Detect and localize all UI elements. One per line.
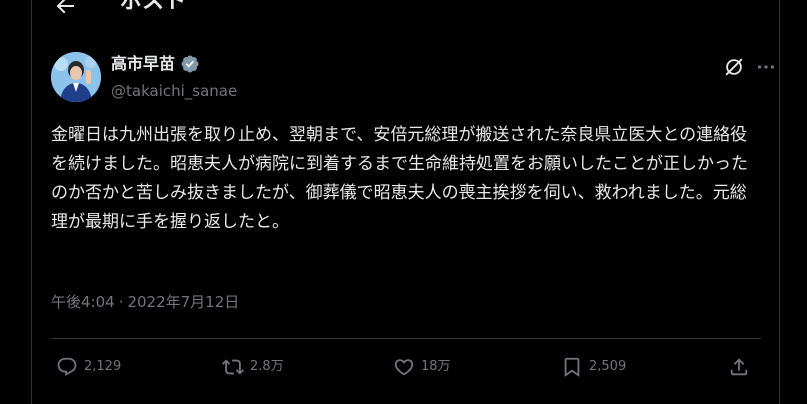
bookmark-count: 2,509	[589, 359, 627, 374]
post-meta: 午後4:04 · 2022年7月12日	[51, 292, 239, 312]
reply-icon	[57, 357, 77, 376]
handle[interactable]: @takaichi_sanae	[111, 81, 237, 101]
repost-count: 2.8万	[250, 359, 284, 374]
back-button[interactable]	[52, 0, 78, 18]
post-text: 金曜日は九州出張を取り止め、翌朝まで、安倍元総理が搬送された奈良県立医大との連絡…	[51, 125, 748, 232]
more-horizontal-icon	[757, 65, 775, 69]
meta-separator: ·	[118, 293, 124, 311]
grok-icon	[725, 58, 743, 76]
post-author: 高市早苗 @takaichi_sanae	[51, 52, 775, 104]
post-column: ポスト 高市早苗 @takaichi_sanae 金曜日は九州出張を取り止め、翌…	[31, 0, 780, 404]
bookmark-button[interactable]: 2,509	[561, 356, 626, 378]
share-button[interactable]	[728, 356, 750, 378]
avatar-image	[51, 52, 101, 102]
more-button[interactable]	[755, 56, 777, 78]
display-name[interactable]: 高市早苗	[111, 54, 175, 74]
heart-icon	[394, 359, 414, 376]
action-bar: 2,129 2.8万 18万 2,509	[51, 338, 761, 400]
name-row: 高市早苗	[111, 54, 200, 74]
repost-icon	[222, 359, 244, 375]
arrow-left-icon	[56, 0, 74, 14]
verified-badge-icon	[180, 54, 200, 74]
share-icon	[730, 358, 748, 376]
avatar[interactable]	[51, 52, 101, 102]
reply-count: 2,129	[84, 359, 122, 374]
post-time[interactable]: 午後4:04	[51, 292, 115, 312]
bookmark-icon	[564, 357, 580, 378]
reply-button[interactable]: 2,129	[56, 356, 121, 378]
grok-button[interactable]	[723, 56, 745, 78]
post-date[interactable]: 2022年7月12日	[127, 292, 239, 312]
repost-button[interactable]: 2.8万	[222, 356, 284, 378]
like-button[interactable]: 18万	[393, 356, 451, 378]
page-title: ポスト	[120, 0, 187, 14]
like-count: 18万	[421, 359, 451, 374]
top-bar: ポスト	[32, 0, 779, 22]
